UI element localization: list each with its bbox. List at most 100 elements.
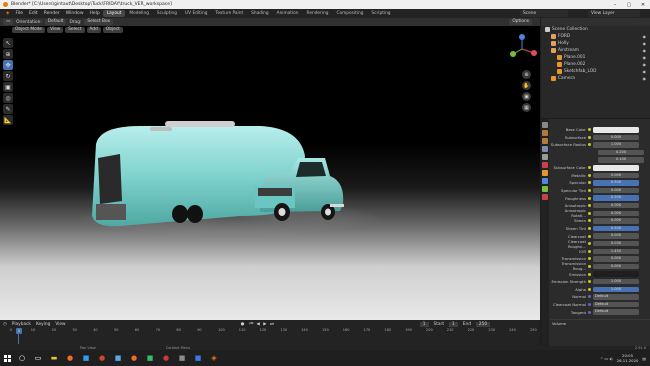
socket-dot-icon[interactable]	[588, 204, 591, 208]
socket-dot-icon[interactable]	[588, 302, 591, 306]
menu-playback[interactable]: Playback	[12, 322, 31, 327]
orientation-dropdown[interactable]: Default	[44, 19, 67, 25]
tab-texture-paint[interactable]: Texture Paint	[211, 10, 247, 17]
menu-select[interactable]: Select	[65, 27, 85, 33]
blender-menu-icon[interactable]: ◈	[3, 11, 12, 16]
scene-selector[interactable]: Scene	[520, 10, 568, 17]
object-tab-icon[interactable]	[542, 170, 548, 176]
socket-dot-icon[interactable]	[588, 196, 591, 200]
cursor-tool-icon[interactable]: ↖	[3, 38, 13, 48]
view-layer-selector[interactable]: View Layer	[588, 10, 640, 17]
outliner-row[interactable]: Sketchfab_LOD ◉	[541, 68, 650, 75]
drag-dropdown[interactable]: Select Box	[84, 19, 113, 25]
annotate-tool-icon[interactable]: ✎	[3, 104, 13, 114]
property-value-field[interactable]: 0.000	[593, 134, 639, 141]
firefox-icon[interactable]: ●	[62, 350, 78, 366]
render-tab-icon[interactable]	[542, 130, 548, 136]
maximize-button[interactable]: ▢	[622, 2, 636, 8]
tab-animation[interactable]: Animation	[273, 10, 303, 17]
timeline-ruler[interactable]: 0 10 20 30 40 50 60 70 80 90 100 110 120 130 140 150 160…	[10, 328, 538, 334]
output-tab-icon[interactable]	[542, 138, 548, 144]
property-value-field[interactable]: 1.000	[593, 278, 639, 285]
notifications-icon[interactable]: ▤	[642, 356, 646, 361]
socket-dot-icon[interactable]	[588, 264, 591, 268]
socket-dot-icon[interactable]	[588, 159, 591, 162]
outliner-row[interactable]: Plane.002 ◉	[541, 61, 650, 68]
ortho-toggle-icon[interactable]: ▦	[522, 103, 531, 112]
property-value-field[interactable]	[593, 127, 639, 133]
menu-timeline-view[interactable]: View	[55, 322, 65, 327]
socket-dot-icon[interactable]	[588, 219, 591, 223]
socket-dot-icon[interactable]	[588, 234, 591, 238]
mode-dropdown[interactable]: Object Mode	[12, 27, 46, 33]
socket-dot-icon[interactable]	[588, 135, 591, 139]
search-icon[interactable]: ○	[14, 350, 30, 366]
outliner-row[interactable]: Scene Collection	[541, 26, 650, 33]
select-tool-icon[interactable]: ▭	[3, 19, 14, 25]
visibility-eye-icon[interactable]: ◉	[643, 48, 647, 53]
property-value-field[interactable]: 0.030	[593, 240, 639, 247]
y-axis-icon[interactable]	[510, 51, 516, 57]
file-explorer-icon[interactable]: ▬	[46, 350, 62, 366]
tab-scripting[interactable]: Scripting	[367, 10, 394, 17]
socket-dot-icon[interactable]	[588, 189, 591, 193]
app-icon-7[interactable]: ■	[190, 350, 206, 366]
zoom-icon[interactable]: ⊕	[522, 70, 531, 79]
axis-gizmo[interactable]	[505, 32, 539, 66]
camera-view-icon[interactable]: ▣	[522, 92, 531, 101]
property-value-field[interactable]: 0.000	[593, 172, 639, 179]
app-icon-2[interactable]: ■	[110, 350, 126, 366]
outliner-row[interactable]: Holly ◉	[541, 40, 650, 47]
property-value-field[interactable]: Default	[593, 294, 639, 300]
z-axis-icon[interactable]	[519, 34, 525, 40]
socket-dot-icon[interactable]	[588, 181, 591, 185]
menu-edit[interactable]: Edit	[26, 11, 41, 16]
move-tool-icon[interactable]: ✥	[3, 60, 13, 70]
property-value-field[interactable]	[593, 165, 639, 171]
visibility-eye-icon[interactable]: ◉	[643, 41, 647, 46]
property-value-field[interactable]: 0.200	[598, 149, 644, 156]
property-value-field[interactable]: 0.500	[593, 225, 639, 232]
task-view-icon[interactable]: ▭	[30, 350, 46, 366]
view-layer-tab-icon[interactable]	[542, 146, 548, 152]
start-frame-field[interactable]: 1	[449, 321, 458, 327]
socket-dot-icon[interactable]	[588, 166, 591, 170]
visibility-eye-icon[interactable]: ◉	[643, 62, 647, 67]
app-icon-5[interactable]: ●	[158, 350, 174, 366]
menu-view[interactable]: View	[47, 27, 64, 33]
socket-dot-icon[interactable]	[588, 287, 591, 291]
property-value-field[interactable]: 0.500	[593, 180, 639, 186]
socket-dot-icon[interactable]	[588, 227, 591, 231]
property-value-field[interactable]: Default	[593, 309, 639, 315]
windows-start-icon[interactable]	[0, 350, 14, 366]
property-value-field[interactable]	[593, 271, 639, 277]
tab-sculpting[interactable]: Sculpting	[153, 10, 181, 17]
socket-dot-icon[interactable]	[588, 257, 591, 261]
data-tab-icon[interactable]	[542, 186, 548, 192]
tab-layout[interactable]: Layout	[102, 10, 126, 17]
app-icon-3[interactable]: ●	[126, 350, 142, 366]
menu-render[interactable]: Render	[41, 11, 63, 16]
property-value-field[interactable]: 0.000	[593, 202, 639, 209]
measure-tool-icon[interactable]: 📐	[3, 115, 13, 125]
app-icon-4[interactable]: ■	[142, 350, 158, 366]
property-value-field[interactable]: 0.000	[593, 210, 639, 217]
close-button[interactable]: ✕	[636, 2, 650, 8]
3d-viewport[interactable]	[0, 26, 540, 320]
menu-object[interactable]: Object	[102, 27, 123, 33]
tray-icons[interactable]: ^ ▭ ◂)	[600, 356, 613, 361]
socket-dot-icon[interactable]	[588, 280, 591, 284]
x-axis-icon[interactable]	[531, 50, 537, 56]
tab-modeling[interactable]: Modeling	[125, 10, 153, 17]
property-value-field[interactable]: 0.000	[593, 218, 639, 224]
tab-shading[interactable]: Shading	[247, 10, 272, 17]
socket-dot-icon[interactable]	[588, 173, 591, 177]
socket-dot-icon[interactable]	[588, 242, 591, 246]
visibility-eye-icon[interactable]: ◉	[643, 55, 647, 60]
outliner-row[interactable]: Plane.001 ◉	[541, 54, 650, 61]
menu-help[interactable]: Help	[87, 11, 103, 16]
socket-dot-icon[interactable]	[588, 249, 591, 253]
outliner-row[interactable]: FORD ◉	[541, 33, 650, 40]
socket-dot-icon[interactable]	[588, 143, 591, 147]
menu-window[interactable]: Window	[63, 11, 87, 16]
